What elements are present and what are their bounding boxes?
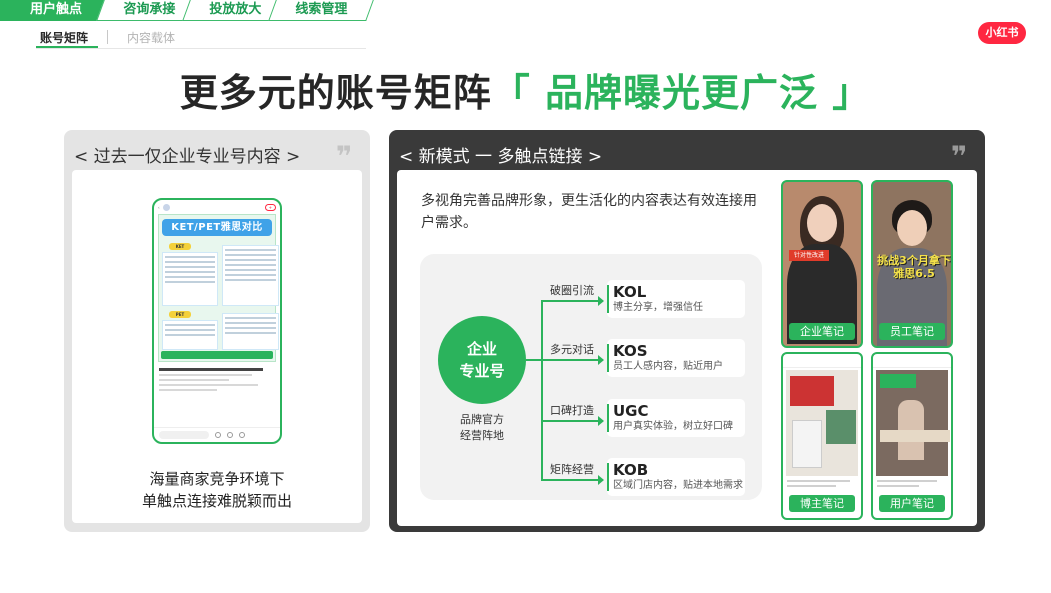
branch-label: 破圈引流 xyxy=(550,284,594,297)
blogger-note-thumbnail: 博主笔记 xyxy=(781,352,863,520)
poster-title: KET/PET雅思对比 xyxy=(162,219,272,236)
branch-arrow xyxy=(541,296,604,306)
star-icon xyxy=(227,432,233,438)
past-panel-body: ‹ + KET/PET雅思对比 KET PET 海量商家竞争环境下 单触点连接难… xyxy=(72,170,362,523)
xiaohongshu-logo: 小红书 xyxy=(978,22,1026,44)
kos-card: KOS 员工人感内容，贴近用户 xyxy=(607,339,745,377)
thumbnail-badge: 用户笔记 xyxy=(879,495,945,512)
tab-label: 用户触点 xyxy=(29,2,82,17)
hub-caption: 品牌官方 经营阵地 xyxy=(430,412,534,444)
tab-label: 投放放大 xyxy=(209,2,262,17)
poster-label-ket: KET xyxy=(169,243,191,250)
kob-card: KOB 区域门店内容，贴进本地需求 xyxy=(607,458,745,496)
tab-user-touchpoints[interactable]: 用户触点 xyxy=(0,0,112,21)
branch-arrow xyxy=(541,475,604,485)
like-icon xyxy=(215,432,221,438)
face-shape xyxy=(807,204,837,242)
hub-line: 企业 xyxy=(466,340,497,358)
tab-label: 线索管理 xyxy=(295,2,348,17)
image-block xyxy=(880,374,916,388)
card-title: KOL xyxy=(613,283,647,301)
thumbnail-header xyxy=(873,354,951,368)
caption-line: 海量商家竞争环境下 xyxy=(149,470,285,488)
card-title: UGC xyxy=(613,402,649,420)
thumbnail-image xyxy=(786,370,858,476)
phone-mockup: ‹ + KET/PET雅思对比 KET PET xyxy=(152,198,282,444)
touchpoint-diagram: 企业 专业号 品牌官方 经营阵地 破圈引流 KOL 博主分享，增强信任 多元对话… xyxy=(420,254,762,500)
new-panel-body: 多视角完善品牌形象，更生活化的内容表达有效连接用户需求。 企业 专业号 品牌官方… xyxy=(397,170,977,526)
tab-label: 咨询承接 xyxy=(123,2,176,17)
thumbnail-text-lines xyxy=(877,480,947,490)
thumbnail-image xyxy=(876,370,950,476)
new-mode-description: 多视角完善品牌形象，更生活化的内容表达有效连接用户需求。 xyxy=(421,193,757,231)
top-nav: 用户触点 咨询承接 投放放大 线索管理 xyxy=(0,0,380,21)
thumbnail-badge: 员工笔记 xyxy=(879,323,945,340)
new-mode-panel: < 新模式 一 多触点链接 > ❞ 多视角完善品牌形象，更生活化的内容表达有效连… xyxy=(389,130,985,532)
past-caption: 海量商家竞争环境下 单触点连接难脱颖而出 xyxy=(72,468,362,512)
follow-button: + xyxy=(264,203,276,211)
back-icon: ‹ xyxy=(158,204,160,210)
card-title: KOS xyxy=(613,342,648,360)
past-mode-panel: < 过去一仅企业专业号内容 > ❞ ‹ + KET/PET雅思对比 KET PE… xyxy=(64,130,370,532)
card-subtitle: 博主分享，增强信任 xyxy=(613,302,703,313)
caption-line: 单触点连接难脱颖而出 xyxy=(141,492,292,510)
poster-block xyxy=(162,252,218,306)
tab-lead-management[interactable]: 线索管理 xyxy=(268,0,374,21)
poster-label-pet: PET xyxy=(169,311,191,318)
branch-arrow xyxy=(541,355,604,365)
poster-block xyxy=(162,320,218,350)
note-text xyxy=(154,362,280,391)
thumbnail-header xyxy=(783,354,861,368)
subtab-content-carrier[interactable]: 内容载体 xyxy=(127,29,175,46)
card-subtitle: 用户真实体验，树立好口碑 xyxy=(613,421,733,432)
connector-line xyxy=(526,359,541,361)
past-panel-heading: < 过去一仅企业专业号内容 > xyxy=(74,147,301,167)
branch-arrow xyxy=(541,416,604,426)
user-note-thumbnail: 用户笔记 xyxy=(871,352,953,520)
page-title: 更多元的账号矩阵「 品牌曝光更广泛 」 xyxy=(0,62,1051,117)
subtab-divider xyxy=(107,30,108,44)
nav-divider xyxy=(36,48,366,49)
poster-block xyxy=(222,245,279,306)
comment-icon xyxy=(239,432,245,438)
employee-note-thumbnail: 挑战3个月拿下雅思6.5 员工笔记 xyxy=(871,180,953,348)
thumbnail-badge: 博主笔记 xyxy=(789,495,855,512)
image-block xyxy=(826,410,856,444)
hub-line: 专业号 xyxy=(459,362,505,380)
avatar xyxy=(162,203,170,211)
quote-mark-icon: ❞ xyxy=(951,140,968,173)
thumbnail-overlay-text: 针对性改进 xyxy=(789,250,829,261)
new-panel-heading: < 新模式 一 多触点链接 > xyxy=(399,147,603,167)
thumbnail-badge: 企业笔记 xyxy=(789,323,855,340)
branch-label: 口碑打造 xyxy=(550,404,594,417)
quote-mark-icon: ❞ xyxy=(336,140,353,173)
poster-block xyxy=(222,313,279,350)
image-block xyxy=(792,420,822,468)
branch-label: 矩阵经营 xyxy=(550,463,594,476)
enterprise-note-thumbnail: 针对性改进 企业笔记 xyxy=(781,180,863,348)
image-block xyxy=(790,376,834,406)
phone-footer xyxy=(154,427,280,442)
hub-caption-line: 品牌官方 xyxy=(460,413,504,426)
enterprise-account-hub: 企业 专业号 xyxy=(438,316,526,404)
title-accent: 「 品牌曝光更广泛 」 xyxy=(491,71,872,115)
title-main: 更多元的账号矩阵 xyxy=(179,71,492,115)
branch-label: 多元对话 xyxy=(550,343,594,356)
note-poster: KET/PET雅思对比 KET PET xyxy=(158,214,279,362)
ugc-card: UGC 用户真实体验，树立好口碑 xyxy=(607,399,745,437)
face-shape xyxy=(897,210,927,246)
comment-input xyxy=(159,431,209,439)
image-block xyxy=(880,430,950,442)
card-subtitle: 区域门店内容，贴进本地需求 xyxy=(613,480,743,491)
thumbnail-overlay-text: 挑战3个月拿下雅思6.5 xyxy=(877,254,951,280)
poster-footer xyxy=(161,351,273,359)
card-title: KOB xyxy=(613,461,649,479)
phone-header: ‹ + xyxy=(154,200,280,214)
kol-card: KOL 博主分享，增强信任 xyxy=(607,280,745,318)
connector-trunk xyxy=(541,301,543,481)
hub-caption-line: 经营阵地 xyxy=(460,429,504,442)
thumbnail-text-lines xyxy=(787,480,857,490)
card-subtitle: 员工人感内容，贴近用户 xyxy=(613,361,723,372)
subtab-account-matrix[interactable]: 账号矩阵 xyxy=(40,29,88,46)
